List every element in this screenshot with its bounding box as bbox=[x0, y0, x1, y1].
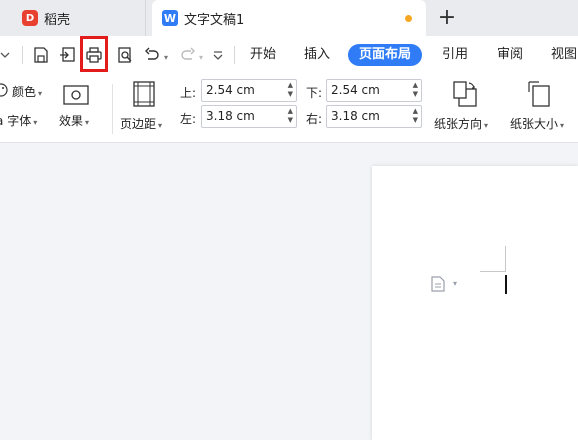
paper-size-dropdown-icon: ▾ bbox=[560, 121, 565, 130]
color-icon bbox=[0, 83, 8, 100]
tab-daoke-label: 稻壳 bbox=[44, 12, 71, 28]
print-preview-icon[interactable] bbox=[114, 44, 136, 66]
page-margins-icon[interactable] bbox=[133, 81, 155, 110]
tab-insert[interactable]: 插入 bbox=[293, 44, 341, 66]
new-tab-button[interactable]: + bbox=[434, 5, 460, 31]
tab-bar: D 稻壳 W 文字文稿1 + bbox=[0, 0, 578, 36]
margin-right-value: 3.18 cm bbox=[331, 109, 380, 123]
tab-view[interactable]: 视图 bbox=[540, 44, 578, 66]
toolbar-divider bbox=[22, 46, 23, 64]
margin-right-label: 右: bbox=[306, 112, 323, 126]
page-margins-dropdown-icon: ▾ bbox=[158, 121, 163, 130]
undo-dropdown-icon[interactable]: ▾ bbox=[164, 53, 168, 62]
margin-right-input[interactable]: 3.18 cm ▲ ▼ bbox=[326, 105, 422, 128]
writer-logo-icon: W bbox=[162, 10, 178, 26]
font-prefix: a bbox=[0, 114, 3, 128]
margin-right-stepper-icon[interactable]: ▲ ▼ bbox=[413, 107, 418, 125]
tab-start[interactable]: 开始 bbox=[239, 44, 287, 66]
daoke-logo-icon: D bbox=[22, 10, 38, 26]
margin-left-stepper-icon[interactable]: ▲ ▼ bbox=[288, 107, 293, 125]
paper-size-label: 纸张大小 bbox=[510, 117, 559, 131]
margin-left-value: 3.18 cm bbox=[206, 109, 255, 123]
redo-dropdown-icon[interactable]: ▾ bbox=[199, 53, 203, 62]
document-page[interactable] bbox=[372, 166, 578, 440]
margin-corner-mark bbox=[505, 246, 506, 272]
ribbon-page-layout: 颜色▾ a 字体▾ 效果▾ 页边距▾ 上: 2.54 cm ▲▼ 左: 3.18… bbox=[0, 76, 578, 143]
ribbon-divider bbox=[112, 84, 113, 134]
margin-bottom-label: 下: bbox=[306, 86, 323, 100]
tab-references[interactable]: 引用 bbox=[431, 44, 479, 66]
tab-daoke[interactable]: D 稻壳 bbox=[0, 0, 146, 36]
undo-icon[interactable] bbox=[141, 44, 163, 66]
paragraph-handle-icon[interactable] bbox=[431, 276, 445, 295]
tab-review[interactable]: 审阅 bbox=[486, 44, 534, 66]
margin-bottom-stepper-icon[interactable]: ▲ ▼ bbox=[413, 81, 418, 99]
color-label: 颜色 bbox=[12, 85, 37, 99]
margin-top-label: 上: bbox=[180, 86, 197, 100]
unsaved-indicator-icon bbox=[405, 15, 412, 22]
margin-left-label: 左: bbox=[180, 112, 197, 126]
effects-icon[interactable] bbox=[63, 85, 89, 108]
color-button[interactable]: 颜色 ▾ bbox=[12, 83, 42, 100]
redo-icon[interactable] bbox=[177, 44, 199, 66]
tab-document[interactable]: W 文字文稿1 bbox=[152, 0, 426, 36]
effects-button[interactable]: 效果 ▾ bbox=[59, 112, 89, 129]
color-dropdown-icon: ▾ bbox=[38, 89, 43, 98]
save-icon[interactable] bbox=[30, 44, 52, 66]
paper-orientation-icon[interactable] bbox=[452, 80, 478, 111]
font-button[interactable]: a 字体▾ bbox=[0, 112, 37, 129]
paper-size-icon[interactable] bbox=[527, 80, 553, 111]
tab-document-label: 文字文稿1 bbox=[184, 12, 245, 28]
font-label: 字体 bbox=[7, 114, 32, 128]
paper-orientation-button[interactable]: 纸张方向 ▾ bbox=[434, 115, 488, 132]
paragraph-handle-dropdown-icon[interactable]: ▾ bbox=[453, 279, 457, 288]
page-margins-button[interactable]: 页边距 ▾ bbox=[120, 115, 162, 132]
margin-bottom-value: 2.54 cm bbox=[331, 83, 380, 97]
paper-size-button[interactable]: 纸张大小 ▾ bbox=[510, 115, 564, 132]
chevron-down-icon[interactable] bbox=[0, 44, 16, 66]
margin-top-input[interactable]: 2.54 cm ▲ ▼ bbox=[201, 79, 297, 102]
margin-top-stepper-icon[interactable]: ▲ ▼ bbox=[288, 81, 293, 99]
tab-page-layout[interactable]: 页面布局 bbox=[348, 44, 423, 66]
margin-top-value: 2.54 cm bbox=[206, 83, 255, 97]
effects-dropdown-icon: ▾ bbox=[85, 118, 90, 127]
toolbar-divider bbox=[234, 46, 235, 64]
paper-orientation-label: 纸张方向 bbox=[434, 117, 483, 131]
print-button-highlight bbox=[80, 36, 108, 72]
customize-icon[interactable] bbox=[207, 44, 229, 66]
export-icon[interactable] bbox=[56, 44, 78, 66]
margin-corner-mark bbox=[480, 271, 506, 272]
page-margins-label: 页边距 bbox=[120, 117, 157, 131]
margin-bottom-input[interactable]: 2.54 cm ▲ ▼ bbox=[326, 79, 422, 102]
effects-label: 效果 bbox=[59, 114, 84, 128]
font-dropdown-icon: ▾ bbox=[33, 118, 38, 127]
margin-left-input[interactable]: 3.18 cm ▲ ▼ bbox=[201, 105, 297, 128]
paper-orientation-dropdown-icon: ▾ bbox=[484, 121, 489, 130]
text-cursor bbox=[505, 275, 507, 294]
